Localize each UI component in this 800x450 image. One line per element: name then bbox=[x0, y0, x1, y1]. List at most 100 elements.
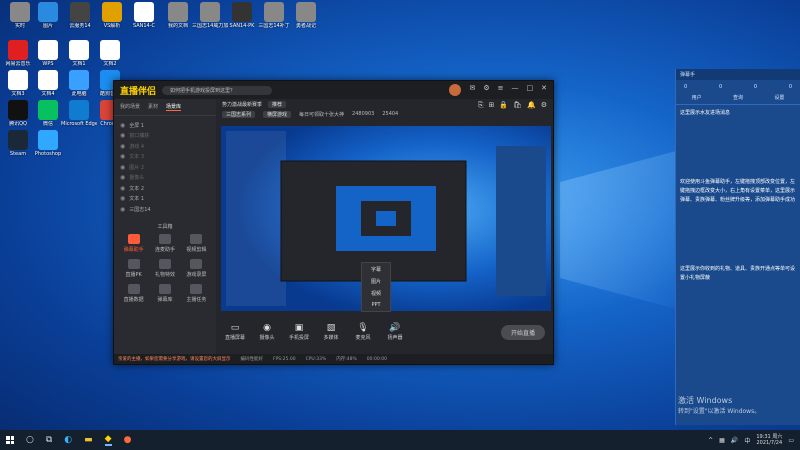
scene-item[interactable]: ◉ 三国志14 bbox=[114, 204, 216, 215]
eye-icon[interactable]: ◉ bbox=[120, 153, 125, 160]
avatar[interactable] bbox=[449, 84, 462, 96]
tab-query[interactable]: 查询 bbox=[733, 94, 743, 101]
minimize-icon[interactable]: — bbox=[512, 84, 519, 96]
desktop-icon[interactable]: SAN14-PK bbox=[224, 2, 260, 29]
source-label: 麦克风 bbox=[355, 335, 371, 341]
start-live-button[interactable]: 开始直播 bbox=[500, 324, 545, 340]
scene-item[interactable]: ◉ 全屏 1 bbox=[114, 120, 216, 131]
eye-icon[interactable]: ◉ bbox=[120, 132, 125, 139]
source-button[interactable]: ▧ 多媒体 bbox=[320, 323, 342, 341]
network-icon[interactable]: ▦ bbox=[719, 437, 725, 444]
tool-item[interactable]: 视频剪辑 bbox=[181, 233, 212, 253]
viewer-count: 2480903 bbox=[352, 111, 375, 117]
volume-icon[interactable]: 🔊 bbox=[731, 437, 738, 444]
source-button[interactable]: 🔊 扬声器 bbox=[384, 323, 406, 341]
tab-materials[interactable]: 素材 bbox=[148, 103, 158, 111]
scene-item[interactable]: ◉ 文本 2 bbox=[114, 183, 216, 194]
tool-item[interactable]: 直播数据 bbox=[118, 283, 149, 303]
window-controls: ✉ ⚙ ≡ — □ ✕ bbox=[449, 84, 547, 96]
desktop-icon-label: 图片 bbox=[42, 23, 53, 29]
eye-icon[interactable]: ◉ bbox=[120, 174, 125, 181]
desktop-icon[interactable]: VS解析 bbox=[94, 2, 130, 29]
desktop-app-icon bbox=[134, 2, 154, 22]
tool-item[interactable]: 主播任务 bbox=[181, 283, 212, 303]
source-button[interactable]: ◉ 摄像头 bbox=[256, 323, 278, 341]
panel-title: 弹幕手 bbox=[676, 69, 800, 80]
activation-hint: 转到"设置"以激活 Windows。 bbox=[678, 408, 761, 415]
tool-item[interactable]: 游戏录屏 bbox=[181, 258, 212, 278]
scene-item[interactable]: ◉ 摄像头 bbox=[114, 173, 216, 184]
desktop-icon[interactable]: 我的文档 bbox=[160, 2, 196, 29]
task-view-icon[interactable]: ⧉ bbox=[46, 435, 52, 445]
desktop-app-icon bbox=[102, 2, 122, 22]
eye-icon[interactable]: ◉ bbox=[120, 195, 125, 202]
desktop-icon[interactable]: 文档2 bbox=[92, 40, 128, 67]
eye-icon[interactable]: ◉ bbox=[120, 164, 125, 171]
close-icon[interactable]: ✕ bbox=[541, 84, 547, 96]
tool-label: 直播PK bbox=[125, 271, 142, 278]
preview-nested-deep bbox=[376, 211, 396, 226]
menu-icon[interactable]: ≡ bbox=[498, 84, 504, 96]
file-explorer-icon[interactable]: ▬ bbox=[84, 435, 93, 445]
scene-list: ◉ 全屏 1 ◉ 窗口捕获 ◉ 游戏 4 ◉ 文本 3 ◉ 图片 2 ◉ 摄像头 ◉ 文本 2 ◉ 文本 1 ◉… bbox=[114, 116, 216, 219]
live-companion-taskbar-icon[interactable]: ◆ bbox=[104, 434, 112, 446]
windows-start-icon[interactable] bbox=[6, 436, 14, 444]
tool-item[interactable]: 弹幕助手 bbox=[118, 233, 149, 253]
eye-icon[interactable]: ◉ bbox=[120, 206, 125, 213]
desktop-icon-label: 我的文档 bbox=[167, 23, 188, 29]
clock[interactable]: 19:31 周六 2021/7/24 bbox=[756, 434, 782, 446]
scene-item[interactable]: ◉ 窗口捕获 bbox=[114, 131, 216, 142]
eye-icon[interactable]: ◉ bbox=[120, 122, 125, 129]
room-tag: 推荐 bbox=[268, 100, 287, 108]
eye-icon[interactable]: ◉ bbox=[120, 185, 125, 192]
panel-tabs: 用户 查询 设置 bbox=[676, 94, 800, 105]
menu-item-subtitle[interactable]: 字幕 bbox=[362, 263, 390, 275]
room-category-button[interactable]: 三国志系列 bbox=[222, 110, 256, 118]
source-button[interactable]: ▣ 手机投屏 bbox=[288, 323, 310, 341]
desktop-icon[interactable]: 三国志14威力加强版 bbox=[192, 2, 228, 29]
desktop-app-icon bbox=[8, 130, 28, 150]
source-button[interactable]: ▭ 直播屏幕 bbox=[224, 323, 246, 341]
maximize-icon[interactable]: □ bbox=[527, 84, 534, 96]
source-button[interactable]: 🎙 麦克风 bbox=[352, 323, 374, 341]
tab-my-scenes[interactable]: 我的场景 bbox=[120, 103, 140, 111]
ime-icon[interactable]: 中 bbox=[744, 436, 750, 445]
menu-item-ppt[interactable]: PPT bbox=[362, 299, 390, 311]
desktop-icon[interactable]: 三国志14补丁 bbox=[256, 2, 292, 29]
tool-icon bbox=[158, 258, 171, 269]
tab-users[interactable]: 用户 bbox=[692, 94, 702, 101]
scene-item[interactable]: ◉ 图片 2 bbox=[114, 162, 216, 173]
scene-item[interactable]: ◉ 文本 1 bbox=[114, 194, 216, 205]
tray-chevron-icon[interactable]: ^ bbox=[708, 437, 713, 444]
app-taskbar-icon[interactable]: ● bbox=[124, 435, 132, 445]
gear-icon[interactable]: ⚙ bbox=[483, 84, 489, 96]
desktop-icon-label: 文档2 bbox=[103, 61, 117, 67]
desktop-icon[interactable]: 图片 bbox=[30, 2, 66, 29]
tool-icon bbox=[190, 233, 203, 244]
search-icon[interactable]: ○ bbox=[26, 435, 34, 445]
eye-icon[interactable]: ◉ bbox=[120, 143, 125, 150]
tool-item[interactable]: 礼物特效 bbox=[149, 258, 180, 278]
tab-scene-library[interactable]: 场景库 bbox=[166, 103, 182, 111]
notification-icon[interactable]: ▭ bbox=[788, 437, 794, 444]
desktop-icon[interactable]: 勇者战记 bbox=[288, 2, 324, 29]
tool-item[interactable]: 直播PK bbox=[118, 258, 149, 278]
tool-label: 直播数据 bbox=[123, 296, 144, 303]
menu-item-video[interactable]: 视频 bbox=[362, 287, 390, 299]
tool-item[interactable]: 连麦助手 bbox=[149, 233, 180, 253]
tool-item[interactable]: 弹幕库 bbox=[149, 283, 180, 303]
scene-item[interactable]: ◉ 文本 3 bbox=[114, 152, 216, 163]
source-label: 多媒体 bbox=[323, 335, 339, 341]
desktop-app-icon bbox=[69, 100, 89, 120]
notice-banner[interactable]: 如何把手机游戏投屏到这里？ bbox=[162, 85, 273, 95]
mail-icon[interactable]: ✉ bbox=[469, 84, 475, 96]
scene-item[interactable]: ◉ 游戏 4 bbox=[114, 141, 216, 152]
desktop-icon[interactable]: Photoshop bbox=[30, 130, 66, 157]
stat-viewers: 0 bbox=[753, 84, 758, 90]
menu-item-image[interactable]: 图片 bbox=[362, 275, 390, 287]
desktop-icon[interactable]: 云服务14 bbox=[62, 2, 98, 29]
desktop-icon[interactable]: SAN14-C bbox=[126, 2, 162, 29]
edge-icon[interactable]: ◐ bbox=[64, 435, 72, 445]
screen-mode-button[interactable]: 横屏游戏 bbox=[263, 110, 292, 118]
tab-settings[interactable]: 设置 bbox=[774, 94, 784, 101]
